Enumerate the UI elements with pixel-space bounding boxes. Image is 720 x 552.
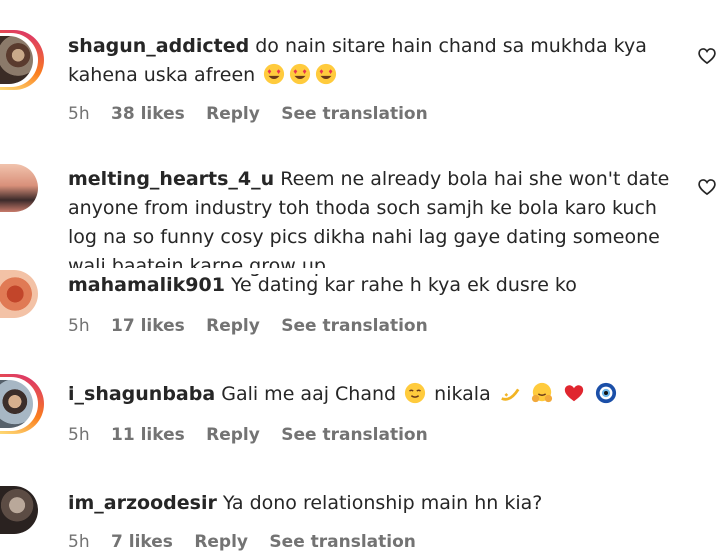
comment-meta: 5h 38 likes Reply See translation: [68, 104, 444, 124]
avatar[interactable]: [0, 164, 38, 212]
avatar-image: [0, 486, 38, 534]
avatar[interactable]: [0, 374, 44, 434]
comment-text: i_shagunbaba Gali me aaj Chand nikala: [68, 380, 688, 409]
avatar[interactable]: [0, 486, 38, 534]
comment-text: im_arzoodesir Ya dono relationship main …: [68, 489, 688, 518]
comment-text: shagun_addicted do nain sitare hain chan…: [68, 32, 688, 90]
see-translation-button[interactable]: See translation: [281, 425, 427, 445]
comment-time: 5h: [68, 316, 90, 336]
reply-button[interactable]: Reply: [206, 104, 260, 124]
comment-body-part: Gali me aaj Chand: [221, 383, 397, 405]
reply-button[interactable]: Reply: [206, 316, 260, 336]
heart-eyes-emoji: [290, 63, 311, 85]
comment-likes[interactable]: 38 likes: [111, 104, 185, 124]
nazar-amulet-emoji: [595, 382, 617, 404]
see-translation-button[interactable]: See translation: [269, 532, 415, 552]
see-translation-button[interactable]: See translation: [281, 316, 427, 336]
comment-body: Ya dono relationship main hn kia?: [222, 492, 543, 514]
comment-meta: 5h 7 likes Reply See translation: [68, 532, 432, 552]
dizzy-emoji: [500, 388, 520, 401]
smiling-face-emoji: [405, 382, 426, 404]
avatar-image: [0, 164, 38, 212]
avatar[interactable]: [0, 270, 38, 318]
heart-eyes-emoji: [316, 63, 337, 85]
comment-time: 5h: [68, 425, 90, 445]
hugging-face-emoji: [531, 382, 552, 403]
comment-username[interactable]: i_shagunbaba: [68, 383, 215, 405]
comment-time: 5h: [68, 532, 90, 552]
heart-eyes-emoji: [264, 63, 285, 85]
heart-outline-icon[interactable]: [697, 177, 717, 197]
comment-time: 5h: [68, 104, 90, 124]
red-heart-emoji: [564, 385, 584, 402]
comment-username[interactable]: melting_hearts_4_u: [68, 168, 274, 190]
see-translation-button[interactable]: See translation: [281, 104, 427, 124]
comment-text: melting_hearts_4_u Reem ne already bola …: [68, 165, 688, 281]
comment-likes[interactable]: 11 likes: [111, 425, 185, 445]
avatar[interactable]: [0, 30, 44, 90]
comment-username[interactable]: mahamalik901: [68, 274, 225, 296]
comment-likes[interactable]: 7 likes: [111, 532, 173, 552]
reply-button[interactable]: Reply: [194, 532, 248, 552]
comment-username[interactable]: im_arzoodesir: [68, 492, 217, 514]
comment-meta: 5h 11 likes Reply See translation: [68, 425, 444, 445]
comment-likes[interactable]: 17 likes: [111, 316, 185, 336]
comment-body: Ye dating kar rahe h kya ek dusre ko: [230, 274, 577, 296]
comment-text: mahamalik901 Ye dating kar rahe h kya ek…: [68, 271, 688, 300]
comment-body-part: nikala: [434, 383, 491, 405]
comment-meta: 5h 17 likes Reply See translation: [68, 316, 444, 336]
avatar-image: [0, 270, 38, 318]
reply-button[interactable]: Reply: [206, 425, 260, 445]
comment-username[interactable]: shagun_addicted: [68, 35, 249, 57]
heart-outline-icon[interactable]: [697, 46, 717, 66]
